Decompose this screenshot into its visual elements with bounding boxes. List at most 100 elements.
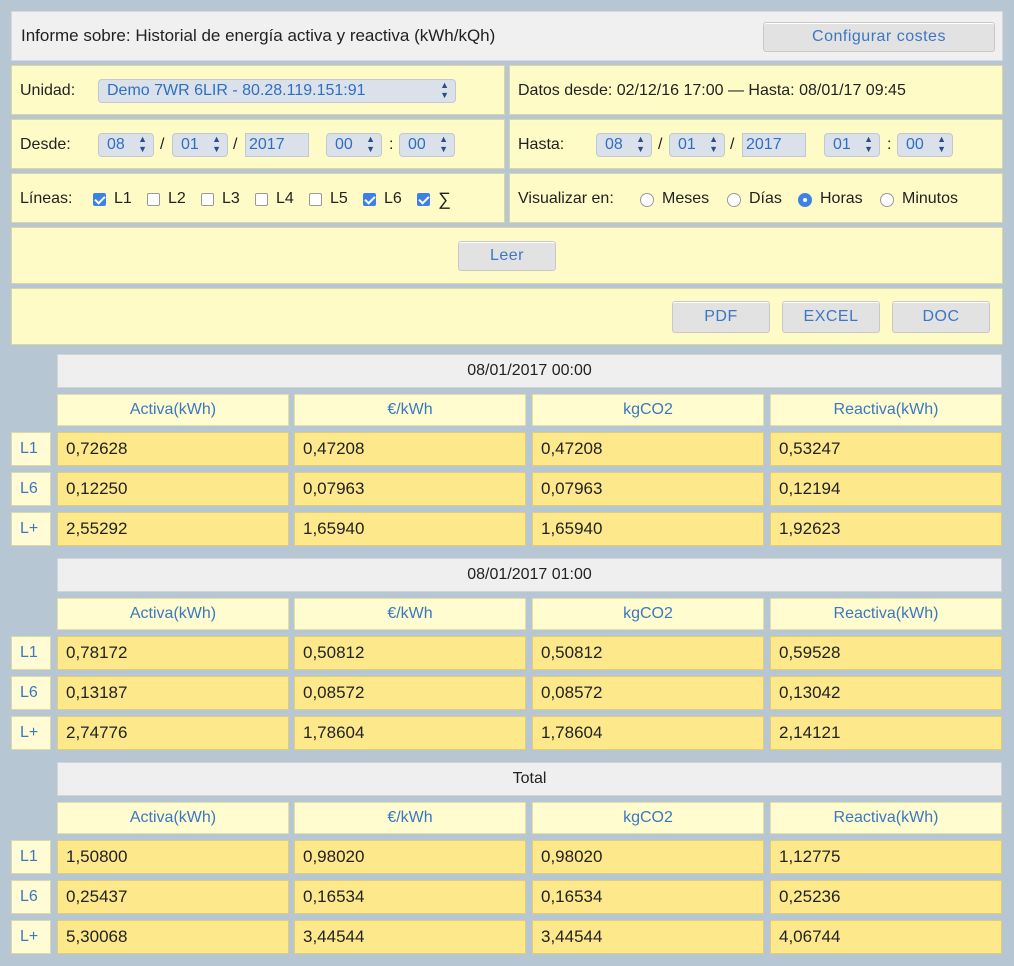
checkbox-sum[interactable] <box>417 193 430 206</box>
table-cell: 2,74776 <box>57 716 289 750</box>
to-hour-select[interactable]: 01 ▲ ▼ <box>824 133 880 157</box>
chevron-updown-icon: ▲ ▼ <box>636 134 645 154</box>
table-cell: 0,53247 <box>770 432 1002 466</box>
table-cell: 0,12194 <box>770 472 1002 506</box>
date-separator: / <box>160 136 165 153</box>
to-month-select[interactable]: 01 ▲ ▼ <box>669 133 725 157</box>
table-cell: 0,78172 <box>57 636 289 670</box>
table-cell: 0,16534 <box>294 880 526 914</box>
table-cell: 0,50812 <box>294 636 526 670</box>
checkbox-label: L1 <box>114 190 132 207</box>
radio-minutos[interactable] <box>880 193 894 207</box>
chevron-updown-icon: ▲ ▼ <box>937 134 946 154</box>
table-cell: 0,25437 <box>57 880 289 914</box>
time-separator: : <box>389 136 394 153</box>
table-cell: 2,14121 <box>770 716 1002 750</box>
excel-button[interactable]: EXCEL <box>782 301 880 333</box>
row-line-label: L6 <box>11 472 51 506</box>
table-cell: 4,06744 <box>770 920 1002 954</box>
table-cell: 0,47208 <box>532 432 764 466</box>
read-button[interactable]: Leer <box>458 241 556 271</box>
table-cell: 0,08572 <box>532 676 764 710</box>
checkbox-label: L2 <box>168 190 186 207</box>
checkbox-l3[interactable] <box>201 193 214 206</box>
unit-panel: Unidad: Demo 7WR 6LIR - 80.28.119.151:91… <box>11 65 505 115</box>
chevron-updown-icon: ▲ ▼ <box>709 134 718 154</box>
row-line-label: L+ <box>11 716 51 750</box>
table-cell: 1,92623 <box>770 512 1002 546</box>
table-cell: 1,65940 <box>532 512 764 546</box>
table-cell: 0,98020 <box>294 840 526 874</box>
table-cell: 0,07963 <box>532 472 764 506</box>
data-range-panel: Datos desde: 02/12/16 17:00 — Hasta: 08/… <box>509 65 1003 115</box>
to-minute-select[interactable]: 00 ▲ ▼ <box>897 133 953 157</box>
from-day-select[interactable]: 08 ▲ ▼ <box>98 133 154 157</box>
configure-costs-button[interactable]: Configurar costes <box>763 22 995 52</box>
table-cell: 1,78604 <box>532 716 764 750</box>
row-line-label: L1 <box>11 636 51 670</box>
to-label: Hasta: <box>518 136 565 153</box>
row-line-label: L6 <box>11 880 51 914</box>
view-label: Visualizar en: <box>518 190 614 207</box>
unit-select[interactable]: Demo 7WR 6LIR - 80.28.119.151:91 ▲ ▼ <box>98 79 456 103</box>
table-cell: 0,72628 <box>57 432 289 466</box>
from-minute-select[interactable]: 00 ▲ ▼ <box>399 133 455 157</box>
from-hour-value: 00 <box>335 136 353 153</box>
radio-label: Meses <box>662 190 710 207</box>
to-month-value: 01 <box>678 136 696 153</box>
to-year-input[interactable]: 2017 <box>742 133 806 157</box>
date-separator: / <box>730 136 735 153</box>
checkbox-l2[interactable] <box>147 193 160 206</box>
row-line-label: L6 <box>11 676 51 710</box>
table-cell: 1,78604 <box>294 716 526 750</box>
column-header: Activa(kWh) <box>57 802 289 834</box>
from-minute-value: 00 <box>408 136 426 153</box>
radio-label: Minutos <box>902 190 959 207</box>
row-line-label: L1 <box>11 840 51 874</box>
chevron-updown-icon: ▲ ▼ <box>366 134 375 154</box>
checkbox-l1[interactable] <box>93 193 106 206</box>
checkbox-l5[interactable] <box>309 193 322 206</box>
date-separator: / <box>233 136 238 153</box>
radio-label: Horas <box>820 190 863 207</box>
pdf-button[interactable]: PDF <box>672 301 770 333</box>
table-cell: 0,13187 <box>57 676 289 710</box>
unit-select-value: Demo 7WR 6LIR - 80.28.119.151:91 <box>107 82 366 99</box>
column-header: €/kWh <box>294 394 526 426</box>
column-header: Activa(kWh) <box>57 598 289 630</box>
radio-dias[interactable] <box>727 193 741 207</box>
lines-label: Líneas: <box>20 190 73 207</box>
section-title: 08/01/2017 01:00 <box>57 558 1002 592</box>
column-header: kgCO2 <box>532 598 764 630</box>
export-panel: PDF EXCEL DOC <box>11 288 1003 345</box>
table-cell: 0,98020 <box>532 840 764 874</box>
section-title: Total <box>57 762 1002 796</box>
column-header: Reactiva(kWh) <box>770 394 1002 426</box>
from-month-value: 01 <box>181 136 199 153</box>
to-day-select[interactable]: 08 ▲ ▼ <box>596 133 652 157</box>
date-separator: / <box>658 136 663 153</box>
to-panel: Hasta: 08 ▲ ▼ / 01 ▲ ▼ / 2017 01 ▲ ▼ : 00 ▲… <box>509 119 1003 169</box>
section-title: 08/01/2017 00:00 <box>57 354 1002 388</box>
column-header: Activa(kWh) <box>57 394 289 426</box>
row-line-label: L+ <box>11 512 51 546</box>
to-hour-value: 01 <box>833 136 851 153</box>
radio-meses[interactable] <box>640 193 654 207</box>
read-panel: Leer <box>11 227 1003 284</box>
from-hour-select[interactable]: 00 ▲ ▼ <box>326 133 382 157</box>
table-cell: 0,07963 <box>294 472 526 506</box>
doc-button[interactable]: DOC <box>892 301 990 333</box>
chevron-updown-icon: ▲ ▼ <box>439 134 448 154</box>
table-cell: 1,65940 <box>294 512 526 546</box>
view-panel: Visualizar en: Meses Días Horas Minutos <box>509 173 1003 223</box>
radio-horas[interactable] <box>798 193 812 207</box>
checkbox-l4[interactable] <box>255 193 268 206</box>
table-cell: 0,25236 <box>770 880 1002 914</box>
checkbox-l6[interactable] <box>363 193 376 206</box>
checkbox-label: ∑ <box>438 189 451 209</box>
table-cell: 1,50800 <box>57 840 289 874</box>
row-line-label: L1 <box>11 432 51 466</box>
from-month-select[interactable]: 01 ▲ ▼ <box>172 133 228 157</box>
column-header: €/kWh <box>294 598 526 630</box>
from-year-input[interactable]: 2017 <box>245 133 309 157</box>
